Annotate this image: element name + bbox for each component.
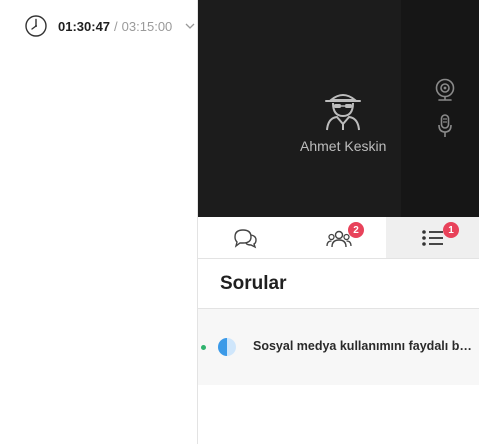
webcam-icon[interactable] <box>434 78 456 102</box>
questions-title: Sorular <box>220 273 287 294</box>
questions-badge: 1 <box>443 222 459 238</box>
elapsed-time: 01:30:47 <box>58 18 111 34</box>
status-dot <box>201 345 206 350</box>
chevron-down-icon[interactable] <box>184 20 196 32</box>
participant-name: Ahmet Keskin <box>300 138 387 154</box>
side-panel: Ahmet Keskin 2 1 Sorular Sosyal medya ku… <box>197 0 479 444</box>
question-text: Sosyal medya kullanımını faydalı bu... <box>253 339 475 353</box>
anonymous-user-icon <box>325 94 361 131</box>
panel-tabs: 2 1 <box>198 217 479 259</box>
participant-video-tile <box>198 0 401 217</box>
tab-questions[interactable]: 1 <box>386 217 479 258</box>
video-area: Ahmet Keskin <box>198 0 479 217</box>
total-time: 03:15:00 <box>121 18 173 34</box>
chat-bubbles-icon <box>234 228 257 248</box>
questions-header: Sorular <box>198 259 479 309</box>
question-item[interactable]: Sosyal medya kullanımını faydalı bu... <box>198 333 479 361</box>
participants-badge: 2 <box>348 222 364 238</box>
progress-circle-icon <box>218 338 236 356</box>
microphone-icon[interactable] <box>438 114 452 138</box>
session-timer[interactable]: 01:30:47 / 03:15:00 <box>24 14 196 38</box>
tab-chat[interactable] <box>198 217 292 258</box>
tab-participants[interactable]: 2 <box>292 217 386 258</box>
time-separator: / <box>114 18 118 34</box>
questions-list: Sosyal medya kullanımını faydalı bu... <box>198 309 479 385</box>
media-controls-strip <box>401 0 479 217</box>
clock-icon <box>25 15 47 37</box>
